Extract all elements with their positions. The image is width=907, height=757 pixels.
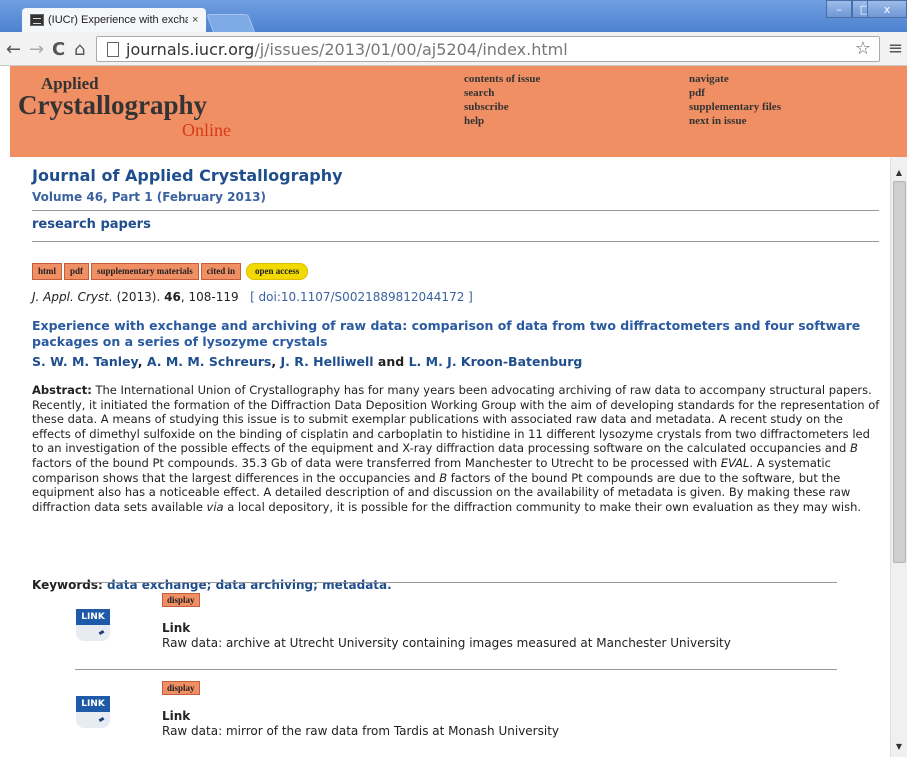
author-link[interactable]: S. W. M. Tanley <box>32 354 138 369</box>
citation-journal: J. Appl. Cryst. <box>32 290 113 304</box>
url-domain: journals.iucr.org <box>126 39 255 59</box>
link-help[interactable]: help <box>464 114 540 128</box>
citation: J. Appl. Cryst. (2013). 46, 108-119 [ do… <box>32 290 473 304</box>
abstract-italic: B <box>850 441 858 456</box>
scroll-up-arrow-icon[interactable]: ▲ <box>891 165 907 179</box>
author-link[interactable]: L. M. J. Kroon-Batenburg <box>409 354 583 369</box>
link-icon-base <box>76 625 110 641</box>
link-search[interactable]: search <box>464 86 540 100</box>
header-links-right: navigate pdf supplementary files next in… <box>689 72 781 128</box>
divider <box>32 241 879 242</box>
keywords-label: Keywords: <box>32 578 108 592</box>
doi-link[interactable]: [ doi:10.1107/S0021889812044172 ] <box>250 290 473 304</box>
abstract: Abstract: The International Union of Cry… <box>32 383 882 514</box>
tab-close-icon[interactable]: × <box>192 14 198 26</box>
display-button[interactable]: display <box>162 681 200 695</box>
url-path: /j/issues/2013/01/00/aj5204/index.html <box>254 39 568 59</box>
forward-icon[interactable]: → <box>29 39 44 60</box>
scroll-thumb[interactable] <box>893 181 906 563</box>
iucr-favicon-icon <box>30 14 44 26</box>
author-separator: , <box>137 354 147 369</box>
minimize-button[interactable]: – <box>826 0 852 18</box>
author-link[interactable]: A. M. M. Schreurs <box>147 354 272 369</box>
page-icon <box>107 41 119 57</box>
article-title: Experience with exchange and archiving o… <box>32 318 861 349</box>
abstract-text: a local depository, it is possible for t… <box>223 499 862 514</box>
back-icon[interactable]: ← <box>6 39 21 60</box>
site-logo[interactable]: Applied Crystallography Online <box>14 72 254 152</box>
browser-toolbar: ← → C ⌂ journals.iucr.org/j/issues/2013/… <box>0 32 907 66</box>
supp-divider <box>75 669 837 670</box>
link-icon-label: LINK <box>76 696 110 712</box>
bookmark-star-icon[interactable]: ☆ <box>855 38 871 59</box>
supp-description: Raw data: archive at Utrecht University … <box>162 636 731 650</box>
open-access-badge: open access <box>246 263 309 280</box>
tag-supplementary-materials[interactable]: supplementary materials <box>91 263 199 280</box>
volume-info[interactable]: Volume 46, Part 1 (February 2013) <box>32 190 266 204</box>
link-contents-of-issue[interactable]: contents of issue <box>464 72 540 86</box>
keywords-list[interactable]: data exchange; data archiving; metadata. <box>107 578 392 592</box>
link-icon[interactable]: LINK <box>76 609 110 641</box>
address-bar[interactable]: journals.iucr.org/j/issues/2013/01/00/aj… <box>96 36 880 62</box>
site-header: Applied Crystallography Online contents … <box>10 66 907 157</box>
supp-description: Raw data: mirror of the raw data from Ta… <box>162 724 560 738</box>
citation-pages: , 108-119 <box>180 290 239 304</box>
abstract-text: factors of the bound Pt compounds. 35.3 … <box>32 455 721 470</box>
home-icon[interactable]: ⌂ <box>74 39 85 60</box>
tag-cited-in[interactable]: cited in <box>200 263 242 280</box>
window-titlebar: (IUCr) Experience with excha × – □ x <box>0 0 907 34</box>
window-close-controls: x <box>867 0 907 20</box>
format-tag-bar: html pdf supplementary materials cited i… <box>32 263 310 280</box>
scroll-down-arrow-icon[interactable]: ▼ <box>891 739 907 753</box>
display-button[interactable]: display <box>162 593 200 607</box>
link-icon[interactable]: LINK <box>76 696 110 728</box>
author-list: S. W. M. Tanley, A. M. M. Schreurs, J. R… <box>32 354 582 369</box>
abstract-text: The International Union of Crystallograp… <box>32 383 880 456</box>
logo-line-online: Online <box>182 120 231 140</box>
citation-volume: 46 <box>164 290 181 304</box>
journal-title[interactable]: Journal of Applied Crystallography <box>32 166 343 185</box>
header-links-left: contents of issue search subscribe help <box>464 72 540 128</box>
logo-line-crystallography: Crystallography <box>18 90 207 120</box>
link-icon-base <box>76 712 110 728</box>
abstract-italic: B <box>439 470 448 485</box>
supp-title[interactable]: Link <box>162 621 190 635</box>
vertical-scrollbar[interactable]: ▲ ▼ <box>890 157 907 757</box>
link-icon-label: LINK <box>76 609 110 625</box>
url-text: journals.iucr.org/j/issues/2013/01/00/aj… <box>126 40 568 59</box>
author-and: and <box>373 354 409 369</box>
new-tab-button[interactable] <box>206 14 256 34</box>
link-pdf[interactable]: pdf <box>689 86 781 100</box>
link-subscribe[interactable]: subscribe <box>464 100 540 114</box>
supp-divider <box>75 582 837 583</box>
window-close-button[interactable]: x <box>867 0 907 18</box>
browser-menu-icon[interactable]: ≡ <box>888 38 903 59</box>
reload-icon[interactable]: C <box>52 39 65 60</box>
author-link[interactable]: J. R. Helliwell <box>280 354 373 369</box>
supp-title[interactable]: Link <box>162 709 190 723</box>
keywords: Keywords: data exchange; data archiving;… <box>32 578 392 592</box>
section-heading: research papers <box>32 217 151 232</box>
tag-pdf[interactable]: pdf <box>64 263 90 280</box>
tag-html[interactable]: html <box>32 263 62 280</box>
link-navigate[interactable]: navigate <box>689 72 781 86</box>
browser-tab[interactable]: (IUCr) Experience with excha × <box>22 8 206 32</box>
abstract-italic: via <box>206 499 224 514</box>
divider <box>32 210 879 211</box>
link-supplementary-files[interactable]: supplementary files <box>689 100 781 114</box>
article-page: Journal of Applied Crystallography Volum… <box>10 157 890 757</box>
abstract-italic: EVAL <box>720 455 750 470</box>
citation-year: (2013). <box>112 290 165 304</box>
abstract-label: Abstract: <box>32 383 92 397</box>
tab-title: (IUCr) Experience with excha <box>48 14 188 26</box>
link-next-in-issue[interactable]: next in issue <box>689 114 781 128</box>
